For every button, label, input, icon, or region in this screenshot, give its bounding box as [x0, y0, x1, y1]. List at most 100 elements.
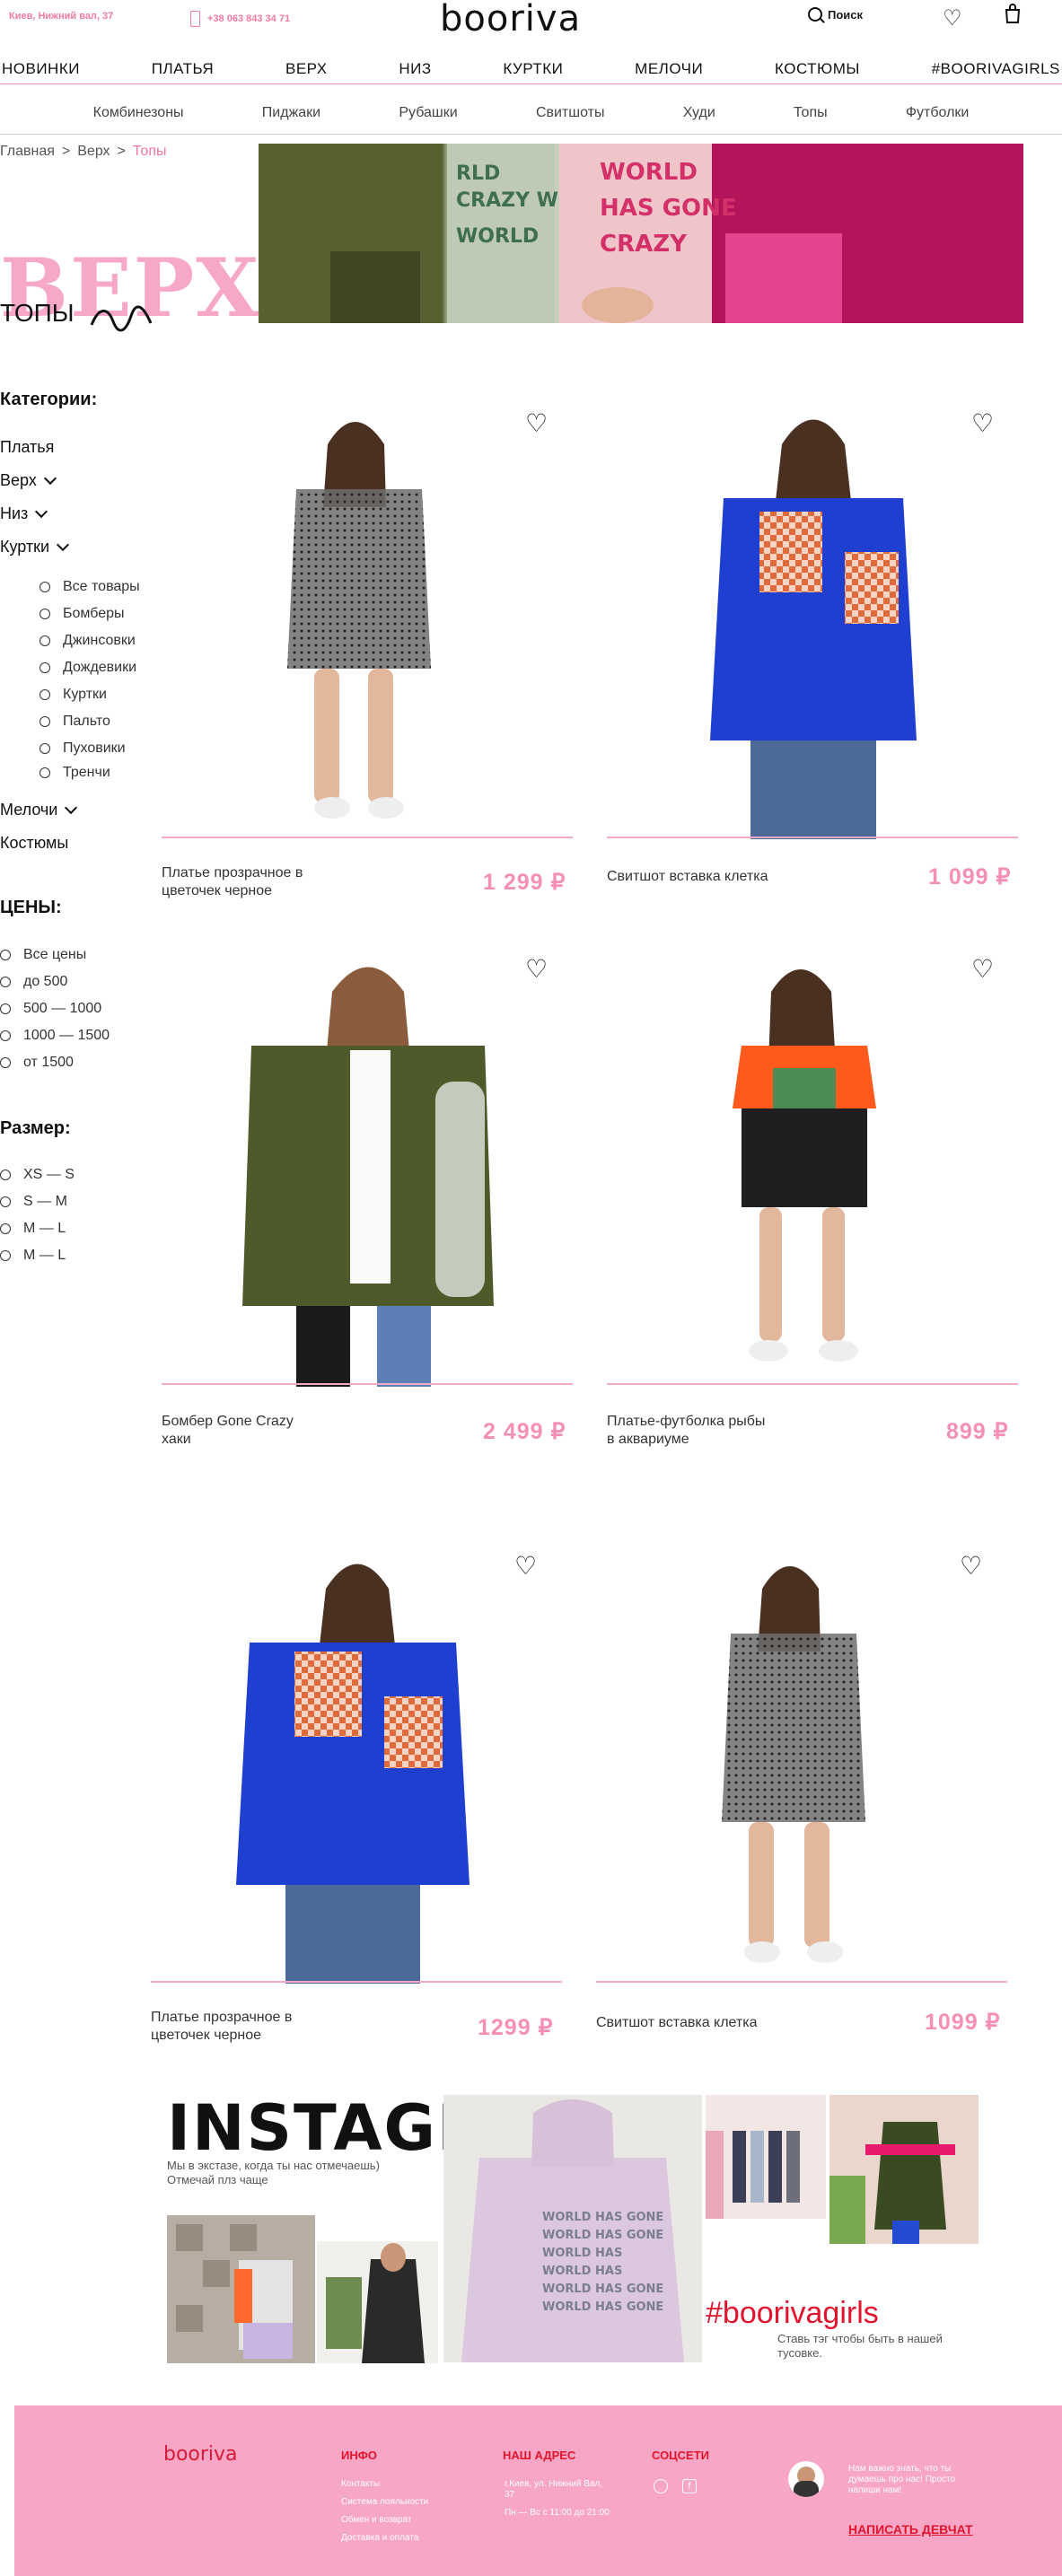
footer-link-contacts[interactable]: Контакты	[341, 2479, 380, 2489]
favorite-heart-icon[interactable]: ♡	[960, 1551, 982, 1581]
product-name[interactable]: Свитшот вставка клетка	[607, 868, 768, 886]
product-price: 1 099 ₽	[928, 864, 1012, 889]
size-filter-m-l[interactable]: M — L	[0, 1221, 66, 1237]
hashtag-subtitle: Ставь тэг чтобы быть в нашей тусовке.	[777, 2332, 943, 2360]
category-suits[interactable]: Костюмы	[0, 834, 68, 853]
product-name[interactable]: Платье прозрачное в цветочек черное	[162, 864, 303, 900]
phone-link[interactable]: +38 063 843 34 71	[190, 11, 290, 27]
category-jackets[interactable]: Куртки	[0, 538, 70, 556]
svg-text:WORLD HAS: WORLD HAS	[542, 2265, 622, 2278]
product-name[interactable]: Платье прозрачное в цветочек черное	[151, 2009, 292, 2045]
price-filter-500-1000[interactable]: 500 — 1000	[0, 1001, 101, 1017]
instagram-photo[interactable]	[829, 2095, 979, 2244]
subnav-tshirts[interactable]: Футболки	[906, 99, 969, 134]
svg-text:WORLD HAS: WORLD HAS	[542, 2247, 622, 2260]
size-heading: Размер:	[0, 1118, 71, 1138]
favorite-heart-icon[interactable]: ♡	[514, 1551, 537, 1581]
search-button[interactable]: Поиск	[808, 7, 863, 22]
radio-icon	[0, 977, 11, 987]
subnav-tops[interactable]: Топы	[794, 99, 828, 134]
subnav-shirts[interactable]: Рубашки	[399, 99, 457, 134]
footer-address-heading: НАШ АДРЕС	[503, 2449, 576, 2462]
card-divider	[162, 837, 573, 838]
card-divider	[151, 1981, 562, 1983]
svg-text:CRAZY W: CRAZY W	[456, 189, 558, 212]
jackets-filter-trenches[interactable]: Тренчи	[39, 765, 110, 781]
card-divider	[162, 1383, 573, 1385]
nav-suits[interactable]: КОСТЮМЫ	[775, 56, 860, 83]
size-filter-xs-s[interactable]: XS — S	[0, 1167, 75, 1183]
radio-icon	[39, 767, 50, 778]
svg-text:WORLD HAS GONE: WORLD HAS GONE	[542, 2300, 663, 2314]
hashtag-title[interactable]: #boorivagirls	[706, 2296, 879, 2331]
jackets-filter-puffers[interactable]: Пуховики	[39, 740, 126, 757]
product-name[interactable]: Платье-футболка рыбы в аквариуме	[607, 1413, 765, 1449]
jackets-filter-bombers[interactable]: Бомберы	[39, 606, 125, 622]
instagram-photo[interactable]	[167, 2215, 315, 2363]
nav-accessories[interactable]: МЕЛОЧИ	[635, 56, 703, 83]
footer-link-delivery[interactable]: Доставка и оплата	[341, 2533, 418, 2543]
product-price: 2 499 ₽	[483, 1419, 566, 1444]
footer-info-heading: ИНФО	[341, 2449, 377, 2462]
radio-icon	[0, 950, 11, 960]
radio-icon	[39, 662, 50, 673]
chevron-down-icon	[65, 801, 78, 814]
radio-icon	[0, 1223, 11, 1234]
favorite-heart-icon[interactable]: ♡	[525, 408, 548, 438]
category-accessories[interactable]: Мелочи	[0, 801, 78, 819]
size-filter-m-l-2[interactable]: M — L	[0, 1248, 66, 1264]
hero-photo: WORLD HAS GONE CRAZY RLD CRAZY W WORLD	[259, 144, 1023, 323]
cart-bag-icon[interactable]	[1004, 4, 1022, 23]
breadcrumb-current: Топы	[132, 144, 167, 159]
favorites-heart-icon[interactable]: ♡	[943, 5, 962, 31]
category-dresses[interactable]: Платья	[0, 438, 54, 457]
nav-dresses[interactable]: ПЛАТЬЯ	[152, 56, 214, 83]
breadcrumb: Главная > Верх > Топы	[0, 144, 166, 160]
subnav-hoodies[interactable]: Худи	[683, 99, 715, 134]
radio-icon	[39, 609, 50, 619]
jackets-filter-jackets[interactable]: Куртки	[39, 687, 107, 703]
write-us-button[interactable]: НАПИСАТЬ ДЕВЧАТ	[848, 2522, 973, 2537]
instagram-photo[interactable]: WORLD HAS GONE WORLD HAS GONE WORLD HAS WOR…	[443, 2095, 702, 2362]
jackets-filter-coats[interactable]: Пальто	[39, 714, 110, 730]
avatar	[788, 2461, 824, 2497]
nav-boorivagirls[interactable]: #BOORIVAGIRLS	[932, 56, 1060, 83]
site-logo[interactable]: booriva	[440, 0, 581, 39]
footer-link-loyalty[interactable]: Система лояльности	[341, 2497, 428, 2507]
price-filter-1000-1500[interactable]: 1000 — 1500	[0, 1028, 110, 1044]
nav-new[interactable]: НОВИНКИ	[2, 56, 80, 83]
subnav-overalls[interactable]: Комбинезоны	[93, 99, 184, 134]
footer-link-returns[interactable]: Обмен и возврат	[341, 2515, 411, 2525]
price-filter-over-1500[interactable]: от 1500	[0, 1055, 74, 1071]
instagram-photo[interactable]	[317, 2241, 438, 2363]
category-tops[interactable]: Верх	[0, 471, 57, 490]
category-bottoms[interactable]: Низ	[0, 504, 48, 523]
favorite-heart-icon[interactable]: ♡	[971, 954, 994, 984]
jackets-filter-all[interactable]: Все товары	[39, 579, 140, 595]
facebook-icon[interactable]: f	[682, 2479, 697, 2493]
search-icon	[808, 7, 822, 22]
subnav-blazers[interactable]: Пиджаки	[262, 99, 320, 134]
price-filter-all[interactable]: Все цены	[0, 947, 86, 963]
breadcrumb-tops[interactable]: Верх	[77, 144, 110, 160]
breadcrumb-home[interactable]: Главная	[0, 144, 55, 160]
price-filter-under-500[interactable]: до 500	[0, 974, 67, 990]
nav-bottoms[interactable]: НИЗ	[399, 56, 431, 83]
jackets-filter-denim[interactable]: Джинсовки	[39, 633, 136, 649]
breadcrumb-separator-icon: >	[117, 144, 126, 159]
product-name[interactable]: Бомбер Gone Crazy хаки	[162, 1413, 294, 1449]
radio-icon	[0, 1196, 11, 1207]
footer-logo[interactable]: booriva	[163, 2443, 238, 2466]
favorite-heart-icon[interactable]: ♡	[525, 954, 548, 984]
product-name[interactable]: Свитшот вставка клетка	[596, 2014, 758, 2032]
jackets-filter-raincoats[interactable]: Дождевики	[39, 660, 136, 676]
subnav-sweatshirts[interactable]: Свитшоты	[536, 99, 605, 134]
size-filter-s-m[interactable]: S — M	[0, 1194, 67, 1210]
instagram-icon[interactable]	[654, 2479, 668, 2493]
nav-tops[interactable]: ВЕРХ	[285, 56, 328, 83]
instagram-photo[interactable]	[706, 2095, 826, 2219]
card-divider	[607, 1383, 1018, 1385]
favorite-heart-icon[interactable]: ♡	[971, 408, 994, 438]
nav-jackets[interactable]: КУРТКИ	[503, 56, 563, 83]
card-divider	[607, 837, 1018, 838]
